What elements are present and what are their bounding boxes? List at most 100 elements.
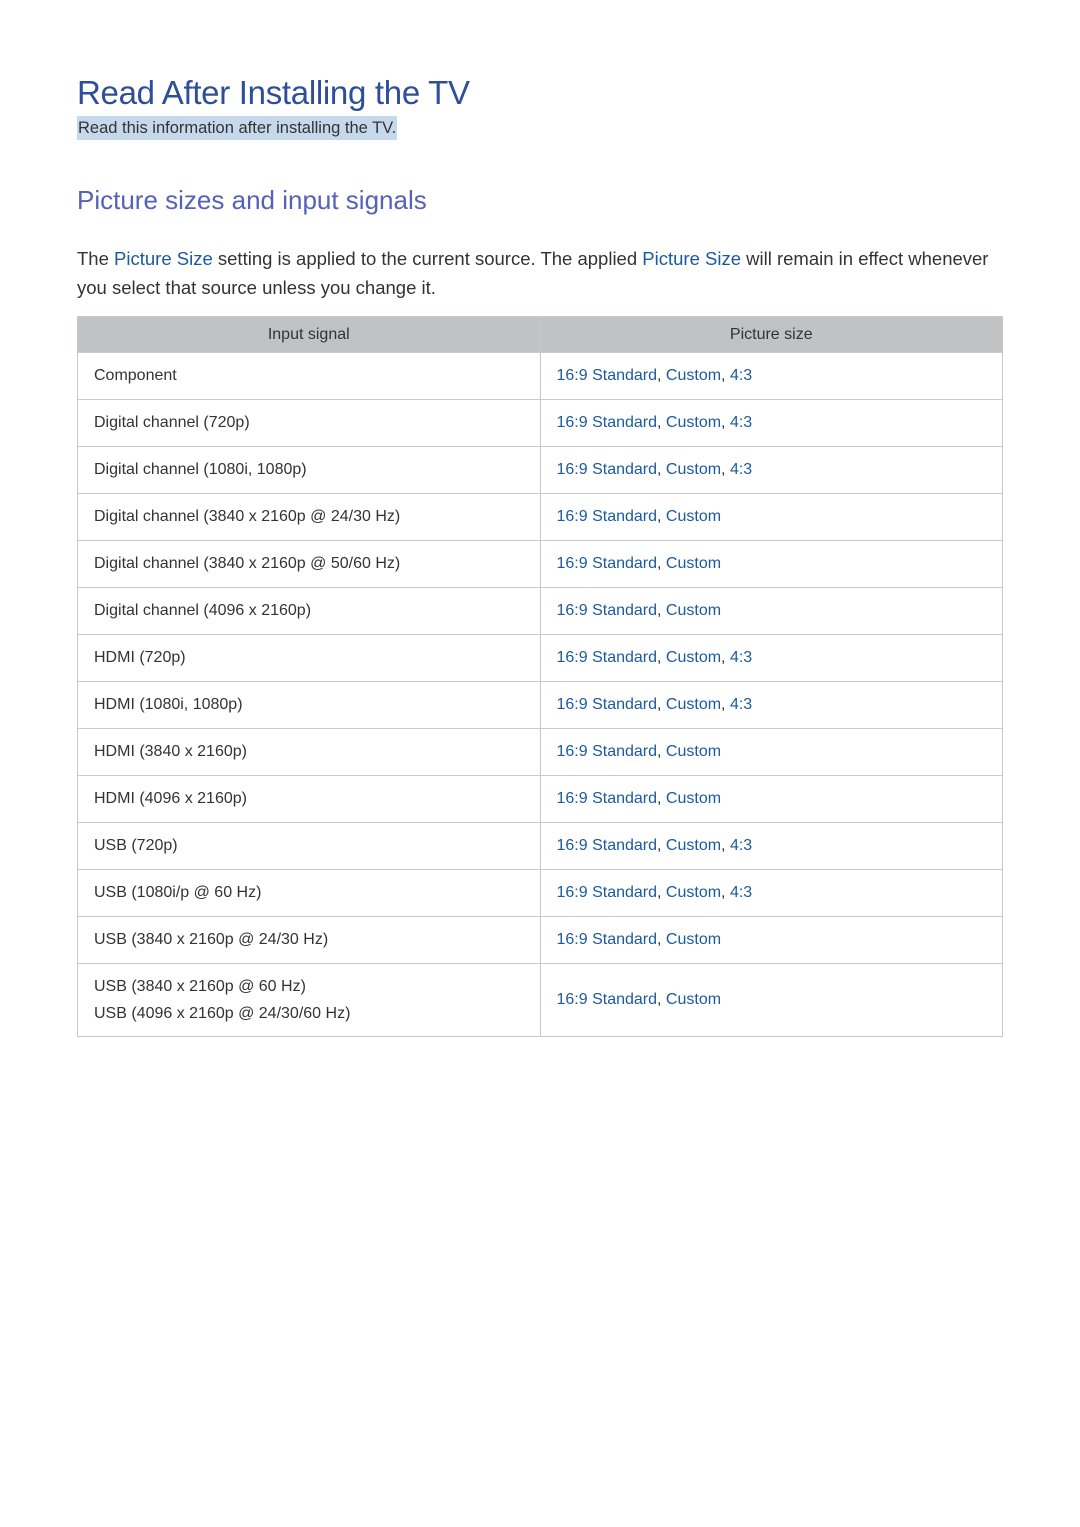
picture-size-cell: 16:9 Standard, Custom, 4:3	[539, 681, 1003, 729]
picture-size-option: Custom	[665, 931, 722, 948]
picture-size-option: Custom	[665, 991, 722, 1008]
input-signal-text: Digital channel (1080i, 1080p)	[94, 461, 307, 478]
picture-size-option: 16:9 Standard	[556, 602, 658, 619]
separator: ,	[657, 837, 666, 854]
picture-size-option: 16:9 Standard	[556, 649, 658, 666]
input-signal-text: USB (1080i/p @ 60 Hz)	[94, 884, 262, 901]
page-title: Read After Installing the TV	[77, 74, 470, 111]
table-row: Component 16:9 Standard, Custom, 4:3	[77, 352, 1003, 400]
table-row: HDMI (1080i, 1080p) 16:9 Standard, Custom…	[77, 681, 1003, 729]
separator: ,	[657, 696, 666, 713]
input-signal-cell: Digital channel (1080i, 1080p)	[77, 446, 541, 494]
separator: ,	[721, 461, 730, 478]
table-row: HDMI (720p) 16:9 Standard, Custom, 4:3	[77, 634, 1003, 682]
input-signal-text: Component	[94, 367, 177, 384]
picture-size-option: Custom	[665, 696, 722, 713]
picture-size-cell: 16:9 Standard, Custom	[539, 775, 1003, 823]
table-row: Digital channel (3840 x 2160p @ 50/60 Hz…	[77, 540, 1003, 588]
table-header-row: Input signal Picture size	[77, 316, 1003, 353]
input-signal-text: HDMI (3840 x 2160p)	[94, 743, 247, 760]
picture-size-option: 16:9 Standard	[556, 555, 658, 572]
picture-size-option: 16:9 Standard	[556, 837, 658, 854]
separator: ,	[657, 790, 666, 807]
input-signal-cell: USB (1080i/p @ 60 Hz)	[77, 869, 541, 917]
page-subtitle: Read this information after installing t…	[77, 116, 398, 140]
input-signal-text: HDMI (1080i, 1080p)	[94, 696, 243, 713]
table-row: USB (1080i/p @ 60 Hz) 16:9 Standard, Cust…	[77, 869, 1003, 917]
intro-text: The	[77, 248, 115, 269]
input-signal-cell: USB (3840 x 2160p @ 60 Hz) USB (4096 x 21…	[77, 963, 541, 1037]
separator: ,	[721, 837, 730, 854]
picture-size-option: Custom	[665, 649, 722, 666]
picture-size-option: 4:3	[729, 837, 753, 854]
input-signal-cell: Component	[77, 352, 541, 400]
picture-size-table: Input signal Picture size Component 16:9 …	[77, 316, 1003, 1037]
input-signal-text: USB (3840 x 2160p @ 24/30 Hz)	[94, 931, 329, 948]
input-signal-text: Digital channel (720p)	[94, 414, 250, 431]
picture-size-option: 4:3	[729, 884, 753, 901]
separator: ,	[657, 461, 666, 478]
separator: ,	[657, 414, 666, 431]
separator: ,	[657, 367, 666, 384]
picture-size-keyword: Picture Size	[642, 248, 741, 269]
input-signal-cell: USB (3840 x 2160p @ 24/30 Hz)	[77, 916, 541, 964]
input-signal-text: Digital channel (3840 x 2160p @ 50/60 Hz…	[94, 555, 401, 572]
picture-size-option: Custom	[665, 461, 722, 478]
separator: ,	[721, 696, 730, 713]
separator: ,	[657, 991, 666, 1008]
picture-size-cell: 16:9 Standard, Custom, 4:3	[539, 399, 1003, 447]
input-signal-text: USB (3840 x 2160p @ 60 Hz)	[94, 978, 306, 995]
input-signal-text: USB (4096 x 2160p @ 24/30/60 Hz)	[94, 1005, 351, 1022]
picture-size-cell: 16:9 Standard, Custom	[539, 916, 1003, 964]
picture-size-option: 4:3	[729, 414, 753, 431]
input-signal-cell: Digital channel (4096 x 2160p)	[77, 587, 541, 635]
column-header-input-signal: Input signal	[77, 316, 541, 353]
picture-size-option: 4:3	[729, 367, 753, 384]
picture-size-option: 16:9 Standard	[556, 367, 658, 384]
picture-size-keyword: Picture Size	[114, 248, 213, 269]
table-row: Digital channel (4096 x 2160p) 16:9 Stand…	[77, 587, 1003, 635]
separator: ,	[657, 555, 666, 572]
picture-size-option: 4:3	[729, 649, 753, 666]
separator: ,	[721, 414, 730, 431]
picture-size-option: 4:3	[729, 461, 753, 478]
picture-size-cell: 16:9 Standard, Custom	[539, 963, 1003, 1037]
table-row: USB (3840 x 2160p @ 60 Hz) USB (4096 x 21…	[77, 963, 1003, 1037]
picture-size-cell: 16:9 Standard, Custom, 4:3	[539, 869, 1003, 917]
picture-size-option: Custom	[665, 884, 722, 901]
table-row: USB (720p) 16:9 Standard, Custom, 4:3	[77, 822, 1003, 870]
table-row: HDMI (4096 x 2160p) 16:9 Standard, Custom	[77, 775, 1003, 823]
separator: ,	[721, 884, 730, 901]
picture-size-option: 16:9 Standard	[556, 414, 658, 431]
picture-size-option: 16:9 Standard	[556, 790, 658, 807]
table-row: Digital channel (1080i, 1080p) 16:9 Stand…	[77, 446, 1003, 494]
input-signal-text: Digital channel (3840 x 2160p @ 24/30 Hz…	[94, 508, 401, 525]
input-signal-cell: USB (720p)	[77, 822, 541, 870]
table-row: USB (3840 x 2160p @ 24/30 Hz) 16:9 Standa…	[77, 916, 1003, 964]
picture-size-option: Custom	[665, 837, 722, 854]
table-row: Digital channel (720p) 16:9 Standard, Cus…	[77, 399, 1003, 447]
input-signal-cell: HDMI (3840 x 2160p)	[77, 728, 541, 776]
input-signal-cell: HDMI (1080i, 1080p)	[77, 681, 541, 729]
picture-size-option: 16:9 Standard	[556, 931, 658, 948]
separator: ,	[657, 743, 666, 760]
picture-size-option: 16:9 Standard	[556, 884, 658, 901]
picture-size-cell: 16:9 Standard, Custom	[539, 540, 1003, 588]
picture-size-option: Custom	[665, 367, 722, 384]
picture-size-option: Custom	[665, 414, 722, 431]
picture-size-option: 16:9 Standard	[556, 743, 658, 760]
picture-size-option: Custom	[665, 743, 722, 760]
input-signal-text: Digital channel (4096 x 2160p)	[94, 602, 312, 619]
picture-size-cell: 16:9 Standard, Custom, 4:3	[539, 634, 1003, 682]
table-row: Digital channel (3840 x 2160p @ 24/30 Hz…	[77, 493, 1003, 541]
picture-size-option: Custom	[665, 508, 722, 525]
section-title: Picture sizes and input signals	[77, 185, 427, 215]
intro-text: setting is applied to the current source…	[212, 248, 643, 269]
input-signal-text: HDMI (4096 x 2160p)	[94, 790, 247, 807]
input-signal-text: USB (720p)	[94, 837, 178, 854]
picture-size-option: Custom	[665, 602, 722, 619]
input-signal-cell: Digital channel (720p)	[77, 399, 541, 447]
picture-size-cell: 16:9 Standard, Custom, 4:3	[539, 822, 1003, 870]
separator: ,	[657, 931, 666, 948]
picture-size-cell: 16:9 Standard, Custom	[539, 587, 1003, 635]
